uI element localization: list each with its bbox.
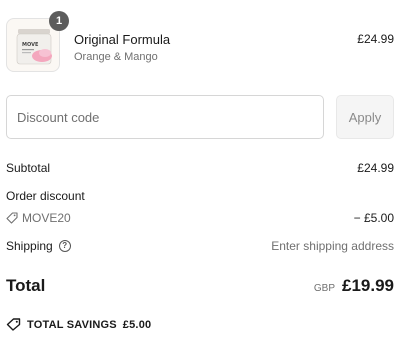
- discount-code-input[interactable]: [6, 95, 324, 139]
- currency-code: GBP: [313, 283, 335, 294]
- discount-code-label: MOVE20: [22, 211, 71, 225]
- order-discount-label: Order discount: [6, 189, 85, 203]
- total-value: £19.99: [342, 276, 394, 295]
- savings-value: £5.00: [122, 318, 152, 331]
- tag-icon: [6, 318, 21, 331]
- total-amount: GBP £19.99: [314, 276, 394, 296]
- subtotal-label: Subtotal: [6, 161, 51, 175]
- tag-icon: [6, 212, 18, 224]
- order-discount-row: Order discount: [6, 189, 394, 203]
- apply-discount-button[interactable]: Apply: [336, 95, 394, 139]
- total-label: Total: [6, 276, 46, 295]
- shipping-row: Shipping ? Enter shipping address: [6, 239, 394, 253]
- product-variant: Orange & Mango: [74, 51, 158, 63]
- subtotal-row: Subtotal £24.99: [6, 161, 394, 175]
- line-item: MOVE 1 Original Formula Orange & Mango £…: [6, 11, 394, 74]
- shipping-value: Enter shipping address: [271, 239, 394, 253]
- order-summary: MOVE 1 Original Formula Orange & Mango £…: [0, 0, 400, 362]
- product-name: Original Formula: [74, 32, 171, 47]
- product-price: £24.99: [357, 32, 394, 46]
- applied-discount: MOVE20: [6, 211, 394, 225]
- shipping-label: Shipping: [6, 239, 53, 253]
- savings-label: TOTAL SAVINGS: [27, 318, 117, 331]
- product-jar-image: MOVE: [16, 29, 52, 65]
- jar-label: MOVE: [22, 42, 39, 48]
- quantity-badge: 1: [49, 11, 69, 31]
- discount-value: − £5.00: [353, 211, 394, 225]
- help-icon[interactable]: ?: [58, 240, 71, 252]
- discount-code-row: MOVE20 − £5.00: [6, 211, 394, 225]
- total-savings: TOTAL SAVINGS £5.00: [6, 318, 151, 331]
- subtotal-value: £24.99: [357, 161, 394, 175]
